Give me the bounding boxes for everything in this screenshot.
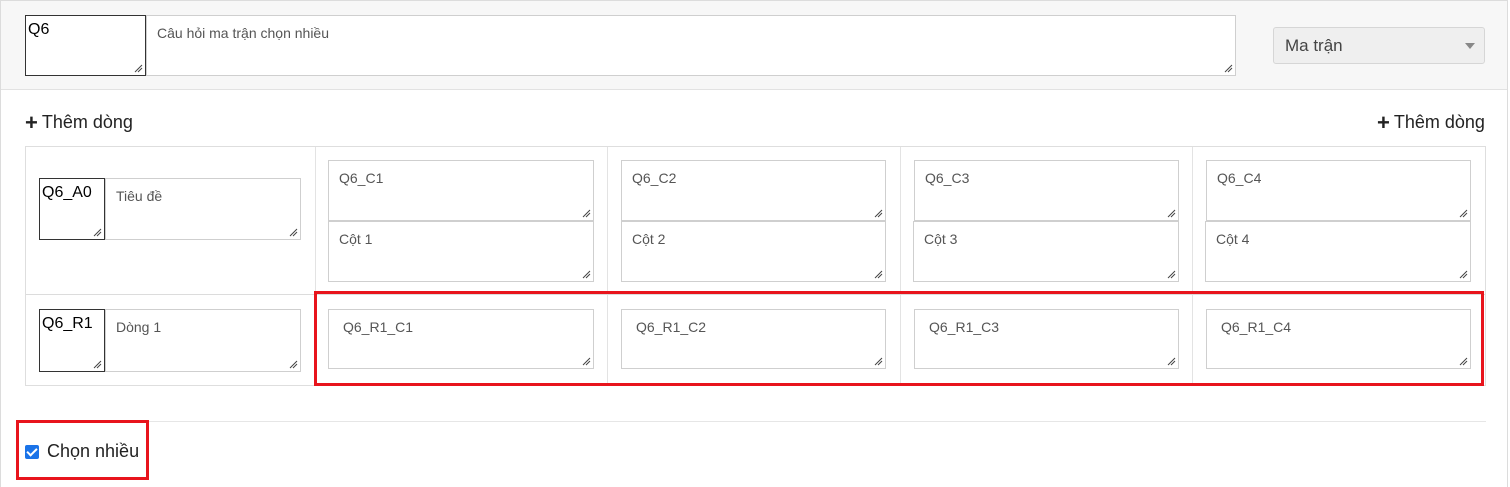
column-label: Cột 3 xyxy=(924,231,958,247)
question-text-field[interactable]: Câu hỏi ma trận chọn nhiều xyxy=(146,15,1236,76)
column-label: Cột 1 xyxy=(339,231,373,247)
plus-icon: + xyxy=(1377,109,1390,135)
resize-handle-icon[interactable] xyxy=(581,208,591,218)
matrix-cell-field[interactable]: Q6_R1_C2 xyxy=(621,309,886,369)
resize-handle-icon[interactable] xyxy=(92,227,102,237)
row-code-field[interactable]: Q6_R1 xyxy=(39,309,105,372)
question-text: Câu hỏi ma trận chọn nhiều xyxy=(157,25,329,41)
dropdown-caret-icon xyxy=(1465,43,1475,49)
multi-select-option[interactable]: Chọn nhiều xyxy=(25,441,139,462)
header-row-label: Tiêu đề xyxy=(116,188,163,204)
question-header: Q6 Câu hỏi ma trận chọn nhiều Ma trận xyxy=(1,1,1507,90)
resize-handle-icon[interactable] xyxy=(1458,356,1468,366)
grid-divider xyxy=(900,147,901,385)
resize-handle-icon[interactable] xyxy=(92,359,102,369)
resize-handle-icon[interactable] xyxy=(1166,356,1176,366)
column-label-field[interactable]: Cột 3 xyxy=(913,221,1179,282)
resize-handle-icon[interactable] xyxy=(873,356,883,366)
resize-handle-icon[interactable] xyxy=(1458,208,1468,218)
matrix-cell-code: Q6_R1_C3 xyxy=(929,319,1000,335)
grid-divider xyxy=(315,147,316,385)
section-divider xyxy=(25,421,1486,422)
resize-handle-icon[interactable] xyxy=(1458,269,1468,279)
plus-icon: + xyxy=(25,109,38,135)
resize-handle-icon[interactable] xyxy=(288,359,298,369)
question-card: Q6 Câu hỏi ma trận chọn nhiều Ma trận + … xyxy=(0,0,1508,487)
column-label-field[interactable]: Cột 4 xyxy=(1205,221,1471,282)
resize-handle-icon[interactable] xyxy=(1223,63,1233,73)
question-code-field[interactable]: Q6 xyxy=(25,15,146,76)
row-label: Dòng 1 xyxy=(116,319,162,335)
matrix-cell-code: Q6_R1_C1 xyxy=(343,319,414,335)
checkbox-checked-icon[interactable] xyxy=(25,444,39,459)
resize-handle-icon[interactable] xyxy=(873,269,883,279)
resize-handle-icon[interactable] xyxy=(581,356,591,366)
column-label: Cột 4 xyxy=(1216,231,1250,247)
column-code-field[interactable]: Q6_C1 xyxy=(328,160,594,221)
grid-divider xyxy=(607,147,608,385)
multi-select-label: Chọn nhiều xyxy=(47,441,140,461)
column-label: Cột 2 xyxy=(632,231,666,247)
column-code: Q6_C2 xyxy=(632,170,677,186)
add-row-label: Thêm dòng xyxy=(41,112,133,132)
matrix-cell-field[interactable]: Q6_R1_C4 xyxy=(1206,309,1471,369)
question-type-select[interactable]: Ma trận xyxy=(1273,27,1485,64)
resize-handle-icon[interactable] xyxy=(133,63,143,73)
resize-handle-icon[interactable] xyxy=(581,269,591,279)
resize-handle-icon[interactable] xyxy=(873,208,883,218)
row-label-field[interactable]: Dòng 1 xyxy=(105,309,301,372)
matrix-cell-code: Q6_R1_C4 xyxy=(1221,319,1292,335)
resize-handle-icon[interactable] xyxy=(288,227,298,237)
column-label-field[interactable]: Cột 1 xyxy=(328,221,594,282)
column-code: Q6_C1 xyxy=(339,170,384,186)
question-type-value: Ma trận xyxy=(1285,36,1343,55)
grid-divider xyxy=(1192,147,1193,385)
column-code: Q6_C4 xyxy=(1217,170,1262,186)
matrix-cell-code: Q6_R1_C2 xyxy=(636,319,707,335)
column-code: Q6_C3 xyxy=(925,170,970,186)
row-code: Q6_R1 xyxy=(42,315,93,332)
header-row-code-field[interactable]: Q6_A0 xyxy=(39,178,105,240)
matrix-cell-field[interactable]: Q6_R1_C1 xyxy=(328,309,594,369)
column-label-field[interactable]: Cột 2 xyxy=(621,221,886,282)
header-row-label-field[interactable]: Tiêu đề xyxy=(105,178,301,240)
matrix-cell-field[interactable]: Q6_R1_C3 xyxy=(914,309,1179,369)
column-code-field[interactable]: Q6_C3 xyxy=(914,160,1179,221)
add-row-label: Thêm dòng xyxy=(1393,112,1485,132)
header-row-code: Q6_A0 xyxy=(42,184,92,201)
resize-handle-icon[interactable] xyxy=(1166,269,1176,279)
add-row-button-right[interactable]: + Thêm dòng xyxy=(1377,109,1485,135)
column-code-field[interactable]: Q6_C4 xyxy=(1206,160,1471,221)
column-code-field[interactable]: Q6_C2 xyxy=(621,160,886,221)
question-code: Q6 xyxy=(28,21,50,38)
resize-handle-icon[interactable] xyxy=(1166,208,1176,218)
add-row-button-left[interactable]: + Thêm dòng xyxy=(25,109,133,135)
grid-divider xyxy=(26,294,1485,295)
